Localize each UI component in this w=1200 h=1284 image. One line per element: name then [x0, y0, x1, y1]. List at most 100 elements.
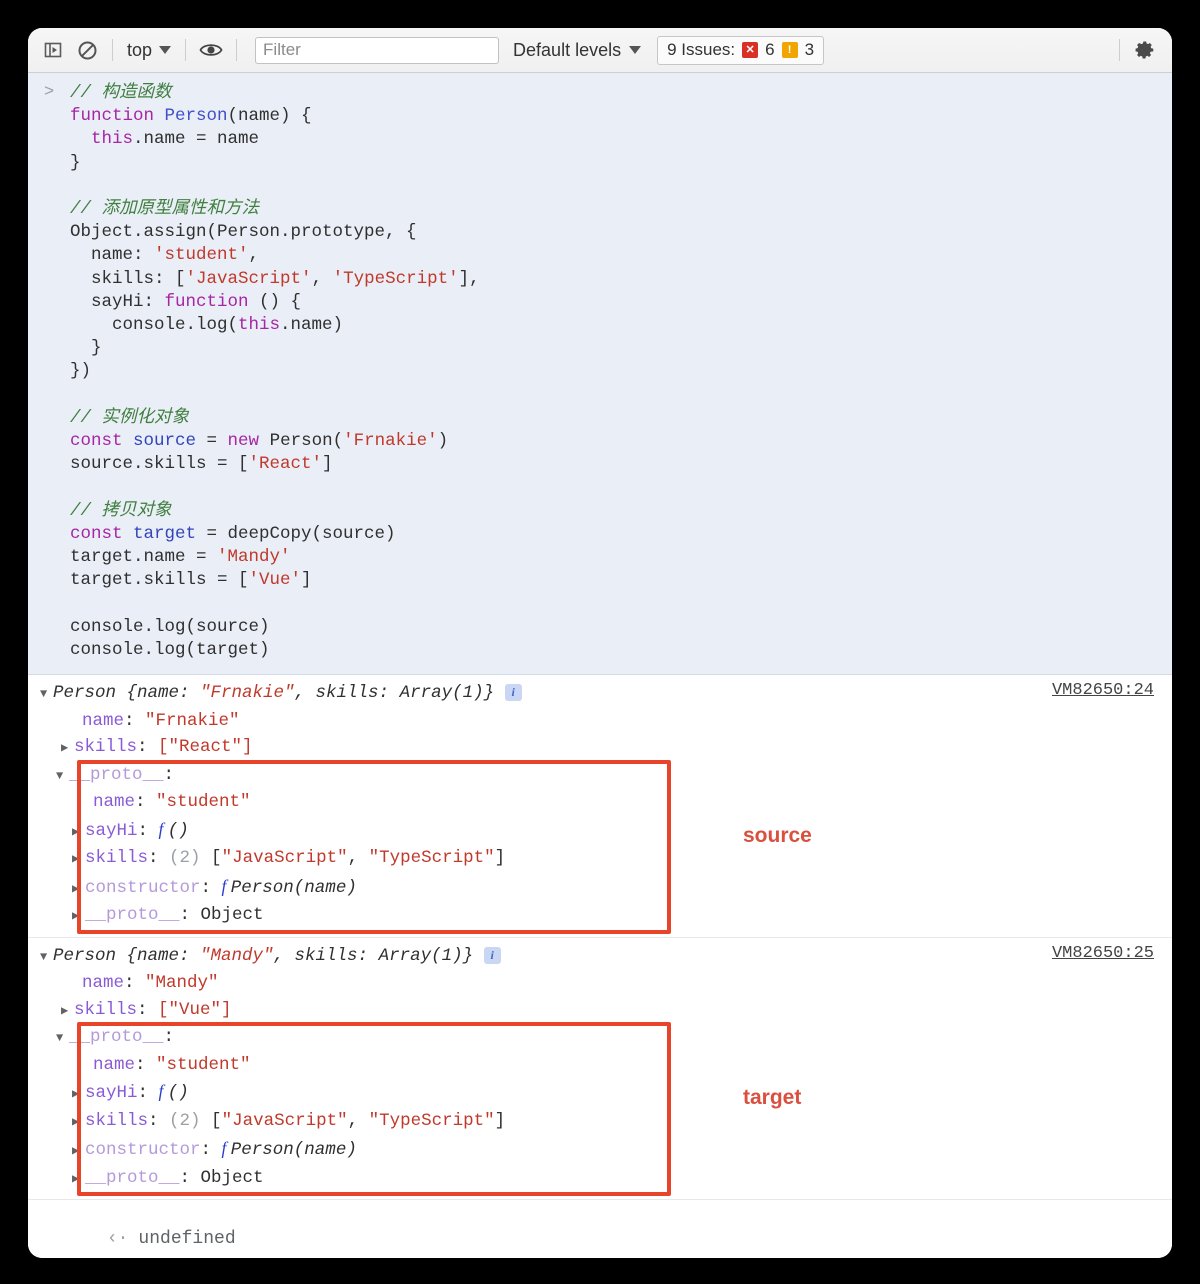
- function-glyph-icon: f: [158, 1081, 168, 1102]
- property-key: skills: [74, 737, 138, 758]
- disclosure-triangle-icon[interactable]: [72, 1109, 85, 1136]
- disclosure-triangle-icon[interactable]: [72, 1081, 85, 1108]
- proto-property-row[interactable]: sayHi: f (): [28, 1078, 1172, 1108]
- object-property-row[interactable]: skills: ["Vue"]: [28, 997, 1172, 1025]
- code-prompt-caret: >: [44, 83, 55, 102]
- code-token: Person(: [269, 431, 344, 452]
- property-value: Person(name): [230, 877, 357, 898]
- log-levels-selector[interactable]: Default levels: [513, 40, 642, 61]
- code-token: Object.assign(Person.prototype, {: [70, 222, 417, 243]
- colon: :: [179, 1167, 201, 1188]
- proto-property-row[interactable]: skills: (2) ["JavaScript", "TypeScript"]: [28, 1108, 1172, 1136]
- code-token: function: [164, 291, 260, 312]
- disclosure-triangle-icon[interactable]: [72, 1138, 85, 1165]
- disclosure-triangle-icon[interactable]: [61, 735, 74, 762]
- code-token: ): [437, 431, 449, 452]
- object-header-row[interactable]: Person {name: "Frnakie", skills: Array(1…: [28, 680, 1172, 708]
- disclosure-triangle-icon[interactable]: [72, 846, 85, 873]
- source-link[interactable]: VM82650:25: [1052, 944, 1154, 963]
- colon: :: [137, 999, 159, 1020]
- console-log-entry: VM82650:25Person {name: "Mandy", skills:…: [28, 938, 1172, 1201]
- gear-icon[interactable]: [1128, 33, 1162, 67]
- object-property-row[interactable]: name: "Frnakie": [28, 708, 1172, 735]
- bracket: ]: [494, 1110, 506, 1131]
- disclosure-triangle-icon[interactable]: [72, 819, 85, 846]
- proto-property-row[interactable]: name: "student": [28, 1052, 1172, 1079]
- execution-context-selector[interactable]: top: [121, 38, 177, 63]
- code-token: function: [70, 106, 165, 127]
- object-preview: {name:: [126, 683, 201, 704]
- issues-warning-count: 3: [804, 40, 815, 59]
- code-token: // 添加原型属性和方法: [70, 199, 260, 220]
- colon: :: [179, 905, 201, 926]
- chevron-down-icon: [159, 46, 172, 54]
- disclosure-triangle-icon[interactable]: [40, 944, 53, 971]
- code-snippet[interactable]: // 构造函数 function Person(name) { this.nam…: [28, 82, 1172, 662]
- info-icon[interactable]: i: [504, 684, 522, 702]
- array-length: (2): [169, 848, 212, 869]
- object-class-name: Person: [53, 945, 127, 966]
- code-token: ]: [322, 454, 333, 475]
- colon: :: [200, 877, 222, 898]
- disclosure-triangle-icon[interactable]: [61, 998, 74, 1025]
- code-token: // 实例化对象: [70, 407, 190, 428]
- colon: :: [163, 764, 175, 785]
- object-property-row[interactable]: name: "Mandy": [28, 970, 1172, 997]
- code-token: }: [70, 338, 102, 359]
- proto-header-row[interactable]: __proto__:: [28, 1024, 1172, 1052]
- property-value: "Frnakie": [145, 710, 240, 731]
- function-glyph-icon: f: [221, 1138, 231, 1159]
- property-key: constructor: [85, 877, 201, 898]
- object-property-row[interactable]: skills: ["React"]: [28, 734, 1172, 762]
- proto-header-row[interactable]: __proto__:: [28, 762, 1172, 790]
- console-toolbar: top Default levels 9 Issues: ✕ 6 ! 3: [28, 28, 1172, 73]
- array-item: "TypeScript": [368, 848, 495, 869]
- property-key: sayHi: [85, 820, 138, 841]
- property-key: __proto__: [85, 905, 180, 926]
- code-token: target: [133, 523, 197, 544]
- console-log-entry: VM82650:24Person {name: "Frnakie", skill…: [28, 675, 1172, 938]
- property-key: name: [93, 792, 136, 813]
- disclosure-triangle-icon[interactable]: [40, 681, 53, 708]
- source-link[interactable]: VM82650:24: [1052, 681, 1154, 700]
- proto-property-row[interactable]: name: "student": [28, 789, 1172, 816]
- toolbar-divider: [112, 39, 113, 61]
- code-token: .name = name: [133, 129, 260, 150]
- issues-label: 9 Issues:: [667, 40, 736, 59]
- property-key: skills: [85, 848, 149, 869]
- info-icon[interactable]: i: [483, 946, 501, 964]
- code-token: 'Frnakie': [343, 431, 438, 452]
- filter-input[interactable]: [255, 36, 500, 64]
- toolbar-divider: [1119, 39, 1120, 61]
- disclosure-triangle-icon[interactable]: [56, 763, 69, 790]
- proto-property-row[interactable]: constructor: f Person(name): [28, 873, 1172, 903]
- proto-property-row[interactable]: constructor: f Person(name): [28, 1135, 1172, 1165]
- disclosure-triangle-icon[interactable]: [56, 1025, 69, 1052]
- issues-error-count: 6: [765, 40, 775, 59]
- code-token: }: [70, 152, 81, 173]
- panel-toggle-icon[interactable]: [36, 33, 70, 67]
- code-token: source.skills = [: [70, 454, 249, 475]
- disclosure-triangle-icon[interactable]: [72, 1166, 85, 1193]
- clear-console-icon[interactable]: [70, 33, 104, 67]
- live-expression-icon[interactable]: [194, 33, 228, 67]
- proto-property-row[interactable]: skills: (2) ["JavaScript", "TypeScript"]: [28, 845, 1172, 873]
- object-header-row[interactable]: Person {name: "Mandy", skills: Array(1)}…: [28, 943, 1172, 971]
- code-token: target.name =: [70, 547, 218, 568]
- colon: :: [200, 1140, 222, 1161]
- return-arrow-icon: ‹·: [106, 1229, 129, 1250]
- colon: :: [135, 1054, 157, 1075]
- property-value: ["React"]: [158, 737, 253, 758]
- proto-property-row[interactable]: __proto__: Object: [28, 902, 1172, 930]
- proto-property-row[interactable]: __proto__: Object: [28, 1165, 1172, 1193]
- colon: :: [137, 737, 159, 758]
- disclosure-triangle-icon[interactable]: [72, 903, 85, 930]
- devtools-console-window: top Default levels 9 Issues: ✕ 6 ! 3: [28, 28, 1172, 1258]
- proto-property-row[interactable]: sayHi: f (): [28, 816, 1172, 846]
- function-glyph-icon: f: [158, 818, 168, 839]
- disclosure-triangle-icon[interactable]: [72, 876, 85, 903]
- console-result-row: ‹· undefined: [28, 1200, 1172, 1258]
- issues-button[interactable]: 9 Issues: ✕ 6 ! 3: [657, 35, 825, 65]
